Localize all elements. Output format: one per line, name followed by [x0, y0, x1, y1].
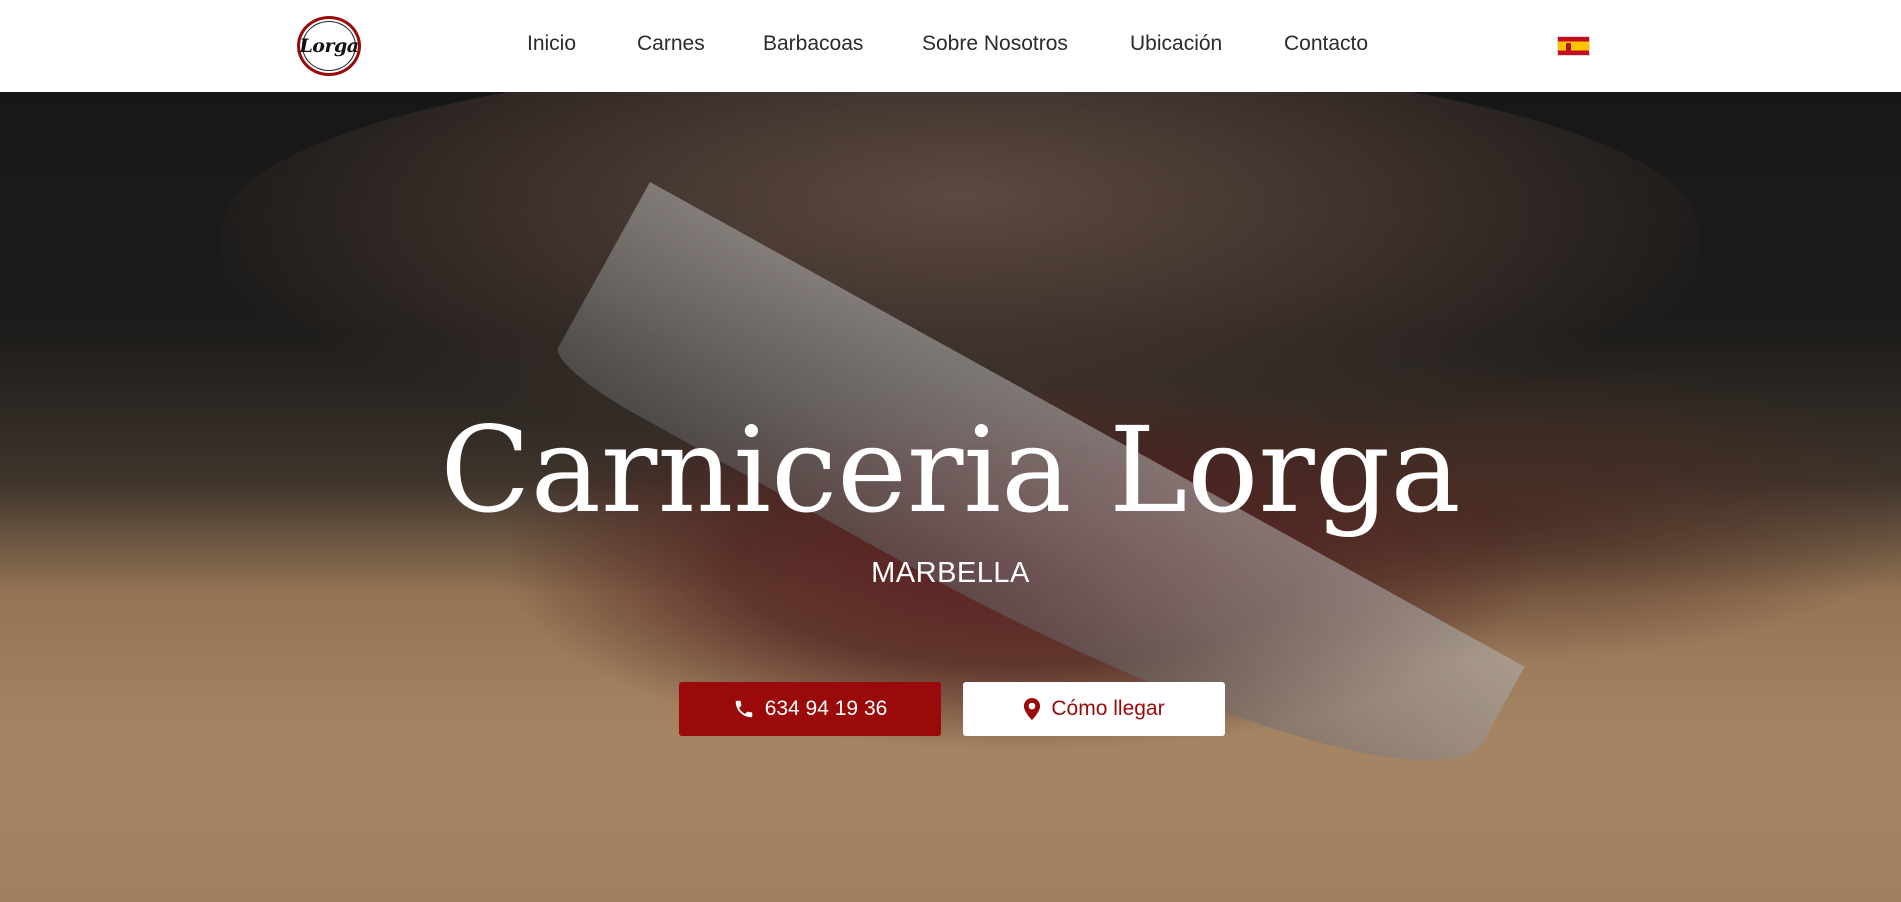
- hero-subtitle: MARBELLA: [871, 557, 1030, 589]
- nav-item-sobre-nosotros[interactable]: Sobre Nosotros: [922, 32, 1068, 56]
- nav-item-barbacoas[interactable]: Barbacoas: [763, 32, 863, 56]
- nav-item-carnes[interactable]: Carnes: [637, 32, 705, 56]
- nav-item-contacto[interactable]: Contacto: [1284, 32, 1368, 56]
- map-pin-icon: [1023, 698, 1041, 720]
- hero-section: Carniceria Lorga MARBELLA 634 94 19 36 C…: [0, 92, 1901, 902]
- phone-icon: [733, 698, 755, 720]
- nav-item-ubicacion[interactable]: Ubicación: [1130, 32, 1222, 56]
- phone-button-label: 634 94 19 36: [764, 697, 888, 720]
- flag-emblem: [1566, 43, 1571, 51]
- main-nav: Inicio Carnes Barbacoas Sobre Nosotros U…: [0, 0, 1901, 92]
- directions-button-label: Cómo llegar: [1051, 697, 1165, 720]
- site-header: Lorga Inicio Carnes Barbacoas Sobre Noso…: [0, 0, 1901, 92]
- nav-item-inicio[interactable]: Inicio: [527, 32, 576, 56]
- spain-flag-icon[interactable]: [1557, 36, 1590, 56]
- hero-title: Carniceria Lorga: [440, 401, 1461, 539]
- directions-button[interactable]: Cómo llegar: [963, 682, 1225, 736]
- phone-button[interactable]: 634 94 19 36: [679, 682, 941, 736]
